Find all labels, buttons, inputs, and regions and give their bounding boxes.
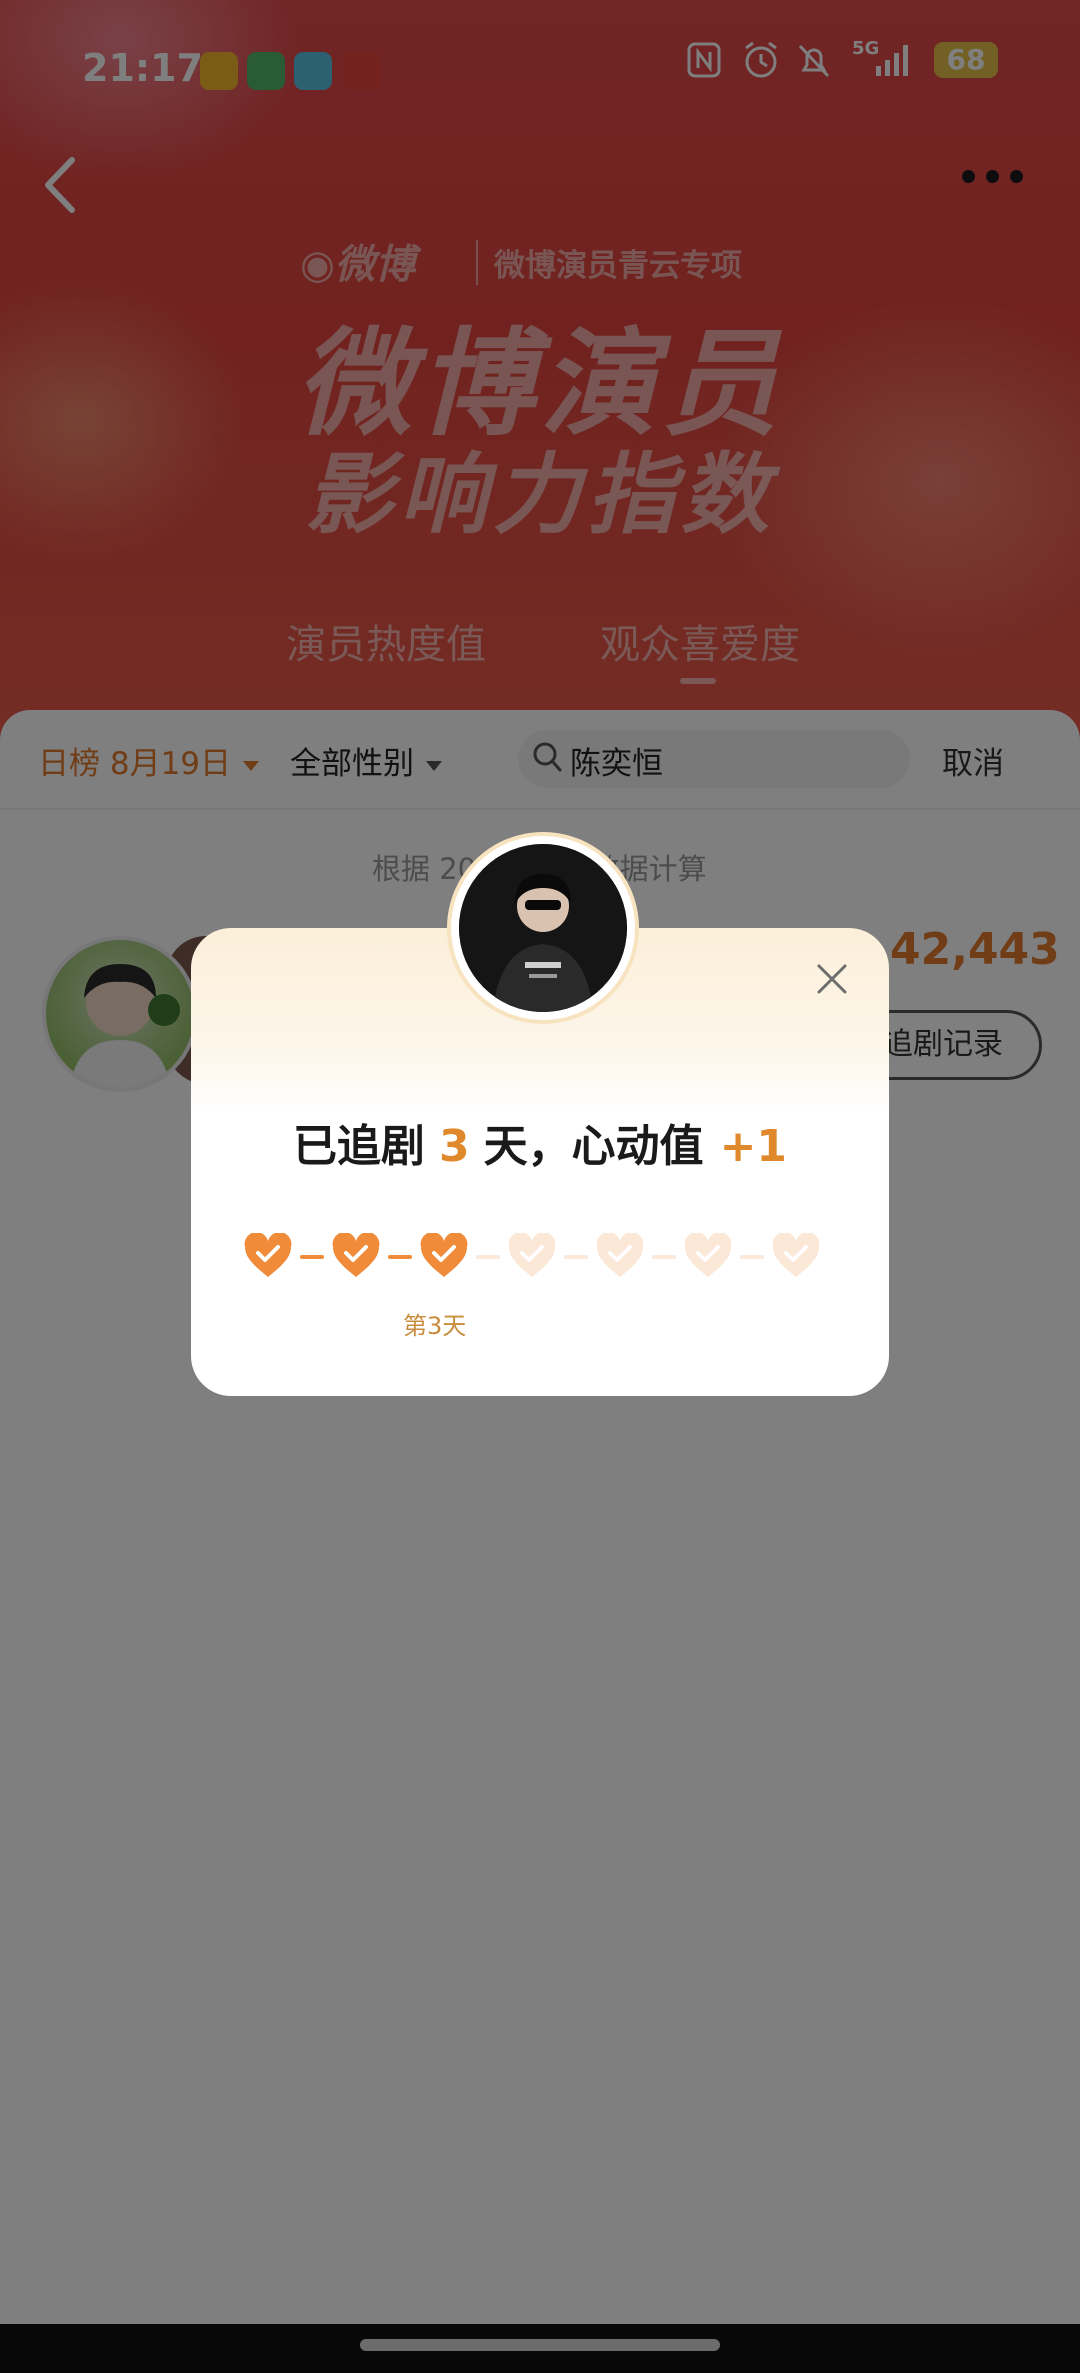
check-in-modal: 已追剧 3 天，心动值 +1 第3天 [191,836,889,1396]
progress-hearts [243,1233,843,1283]
heart-filled-icon [244,1233,292,1277]
heart-connector [564,1255,588,1259]
heart-filled-icon [420,1233,468,1277]
heart-filled-icon [332,1233,380,1277]
days-count: 3 [438,1121,470,1172]
heart-empty-icon [508,1233,556,1277]
heart-empty-icon [684,1233,732,1277]
heart-bonus: +1 [719,1121,788,1172]
actor-photo-graphic [459,844,627,1012]
actor-photo [459,844,627,1012]
heart-empty-icon [772,1233,820,1277]
modal-avatar [451,836,635,1020]
heart-empty-icon [596,1233,644,1277]
heart-connector [388,1255,412,1259]
heart-connector [652,1255,676,1259]
heart-connector [740,1255,764,1259]
check-in-headline: 已追剧 3 天，心动值 +1 [191,1110,889,1174]
heart-connector [476,1255,500,1259]
close-icon[interactable] [815,962,849,996]
current-day-label: 第3天 [403,1312,467,1340]
heart-connector [300,1255,324,1259]
headline-mid: 天，心动值 [483,1121,704,1172]
headline-prefix: 已追剧 [292,1121,425,1172]
